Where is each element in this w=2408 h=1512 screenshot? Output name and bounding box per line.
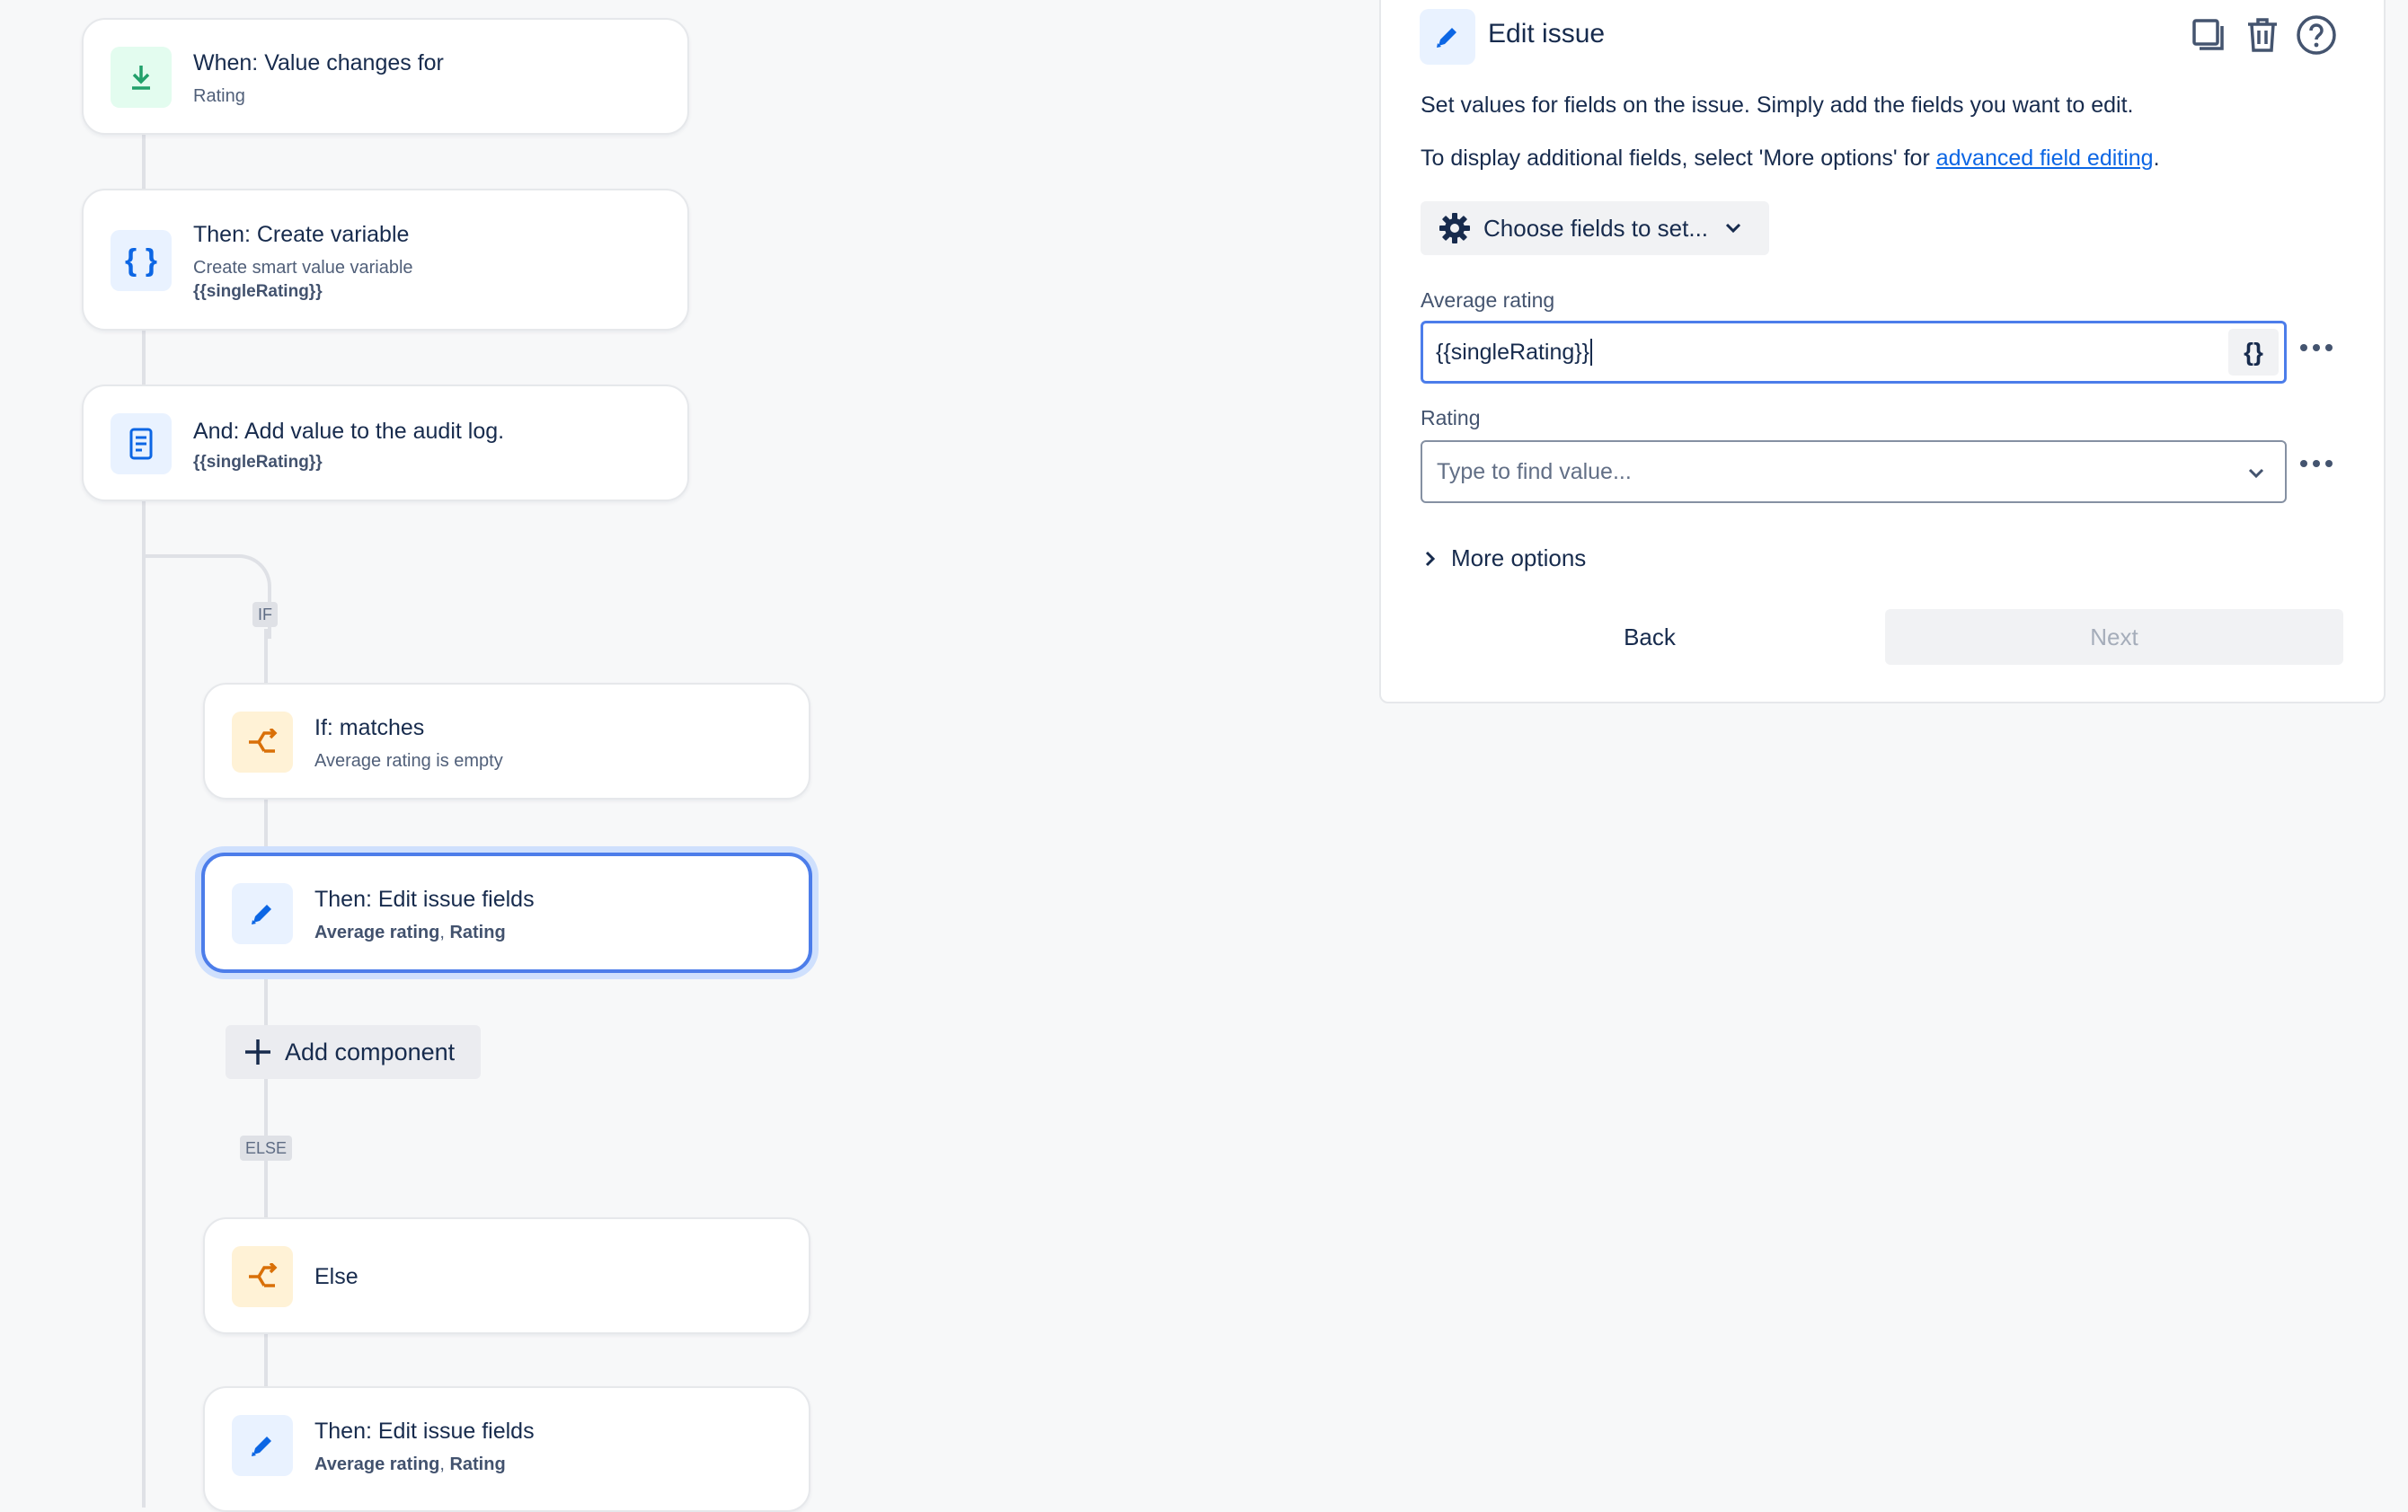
smart-value-button[interactable]: {}	[2228, 329, 2279, 376]
trigger-subtitle: Rating	[193, 86, 245, 106]
more-options-label: More options	[1451, 544, 1587, 571]
document-icon	[111, 413, 172, 474]
else-card[interactable]: Else	[203, 1217, 810, 1334]
help-icon	[2297, 15, 2336, 55]
gear-icon	[1439, 213, 1470, 243]
panel-description: Set values for fields on the issue. Simp…	[1421, 93, 2134, 118]
help-button[interactable]	[2293, 12, 2340, 58]
trigger-card[interactable]: When: Value changes for Rating	[82, 18, 689, 135]
pencil-icon	[1420, 9, 1475, 65]
edit-issue-fields-card-selected[interactable]: Then: Edit issue fields Average rating, …	[201, 853, 812, 973]
if-condition-card[interactable]: If: matches Average rating is empty	[203, 683, 810, 800]
pencil-icon	[232, 883, 293, 944]
rating-more-button[interactable]	[2300, 455, 2336, 473]
create-variable-detail: {{singleRating}}	[193, 282, 323, 301]
panel-additional-fields-text: To display additional fields, select 'Mo…	[1421, 146, 2160, 172]
delete-button[interactable]	[2239, 12, 2286, 58]
create-variable-title: Then: Create variable	[193, 222, 410, 247]
plus-icon	[245, 1039, 270, 1065]
audit-log-title: And: Add value to the audit log.	[193, 419, 505, 444]
choose-fields-button[interactable]: Choose fields to set...	[1421, 201, 1769, 255]
pencil-icon	[232, 1415, 293, 1476]
additional-suffix: .	[2153, 146, 2160, 171]
additional-prefix: To display additional fields, select 'Mo…	[1421, 146, 1936, 171]
audit-log-card[interactable]: And: Add value to the audit log. {{singl…	[82, 385, 689, 501]
edit-fields-detail: Average rating, Rating	[314, 1455, 506, 1475]
chevron-right-icon	[1425, 551, 1436, 566]
flow-connector-main	[142, 133, 146, 1508]
advanced-field-editing-link[interactable]: advanced field editing	[1936, 146, 2154, 171]
edit-fields-field-1: Average rating	[314, 923, 440, 942]
rating-select[interactable]: Type to find value...	[1421, 440, 2287, 503]
braces-icon: { }	[111, 230, 172, 291]
download-arrow-icon	[111, 47, 172, 108]
add-component-label: Add component	[285, 1038, 456, 1065]
else-branch-label: ELSE	[240, 1136, 293, 1161]
edit-issue-fields-card[interactable]: Then: Edit issue fields Average rating, …	[203, 1386, 810, 1512]
rating-placeholder: Type to find value...	[1437, 458, 1632, 484]
average-rating-value: {{singleRating}}	[1436, 339, 1589, 365]
add-component-button[interactable]: Add component	[226, 1025, 481, 1079]
chevron-down-icon	[2248, 468, 2264, 479]
choose-fields-label: Choose fields to set...	[1483, 214, 1709, 242]
edit-fields-field-2: Rating	[449, 1455, 506, 1474]
more-options-toggle[interactable]: More options	[1424, 544, 1586, 572]
text-cursor	[1589, 339, 1592, 366]
create-variable-subtitle: Create smart value variable	[193, 258, 413, 278]
edit-fields-title: Then: Edit issue fields	[314, 1419, 535, 1444]
branch-icon	[232, 712, 293, 773]
average-rating-label: Average rating	[1421, 288, 1555, 312]
else-title: Else	[314, 1264, 359, 1289]
edit-fields-field-2: Rating	[449, 923, 506, 942]
copy-icon	[2192, 19, 2224, 50]
create-variable-card[interactable]: { } Then: Create variable Create smart v…	[82, 189, 689, 331]
audit-log-detail: {{singleRating}}	[193, 453, 323, 472]
next-button[interactable]: Next	[1885, 609, 2343, 665]
if-branch-label: IF	[252, 602, 278, 627]
trash-icon	[2248, 18, 2277, 52]
edit-fields-title: Then: Edit issue fields	[314, 887, 535, 912]
duplicate-button[interactable]	[2185, 12, 2232, 58]
edit-fields-separator: ,	[439, 1455, 450, 1474]
if-condition-subtitle: Average rating is empty	[314, 751, 503, 771]
trigger-title: When: Value changes for	[193, 50, 444, 75]
flow-branch-connector	[144, 554, 271, 639]
edit-fields-field-1: Average rating	[314, 1455, 440, 1474]
edit-fields-separator: ,	[439, 923, 450, 942]
rating-label: Rating	[1421, 406, 1481, 429]
if-condition-title: If: matches	[314, 715, 425, 740]
average-rating-more-button[interactable]	[2300, 339, 2336, 357]
chevron-down-icon	[1725, 223, 1741, 234]
panel-title: Edit issue	[1488, 19, 1606, 49]
edit-fields-detail: Average rating, Rating	[314, 923, 506, 943]
branch-icon	[232, 1246, 293, 1307]
average-rating-input[interactable]: {{singleRating}} {}	[1421, 321, 2287, 384]
back-button[interactable]: Back	[1421, 609, 1879, 665]
